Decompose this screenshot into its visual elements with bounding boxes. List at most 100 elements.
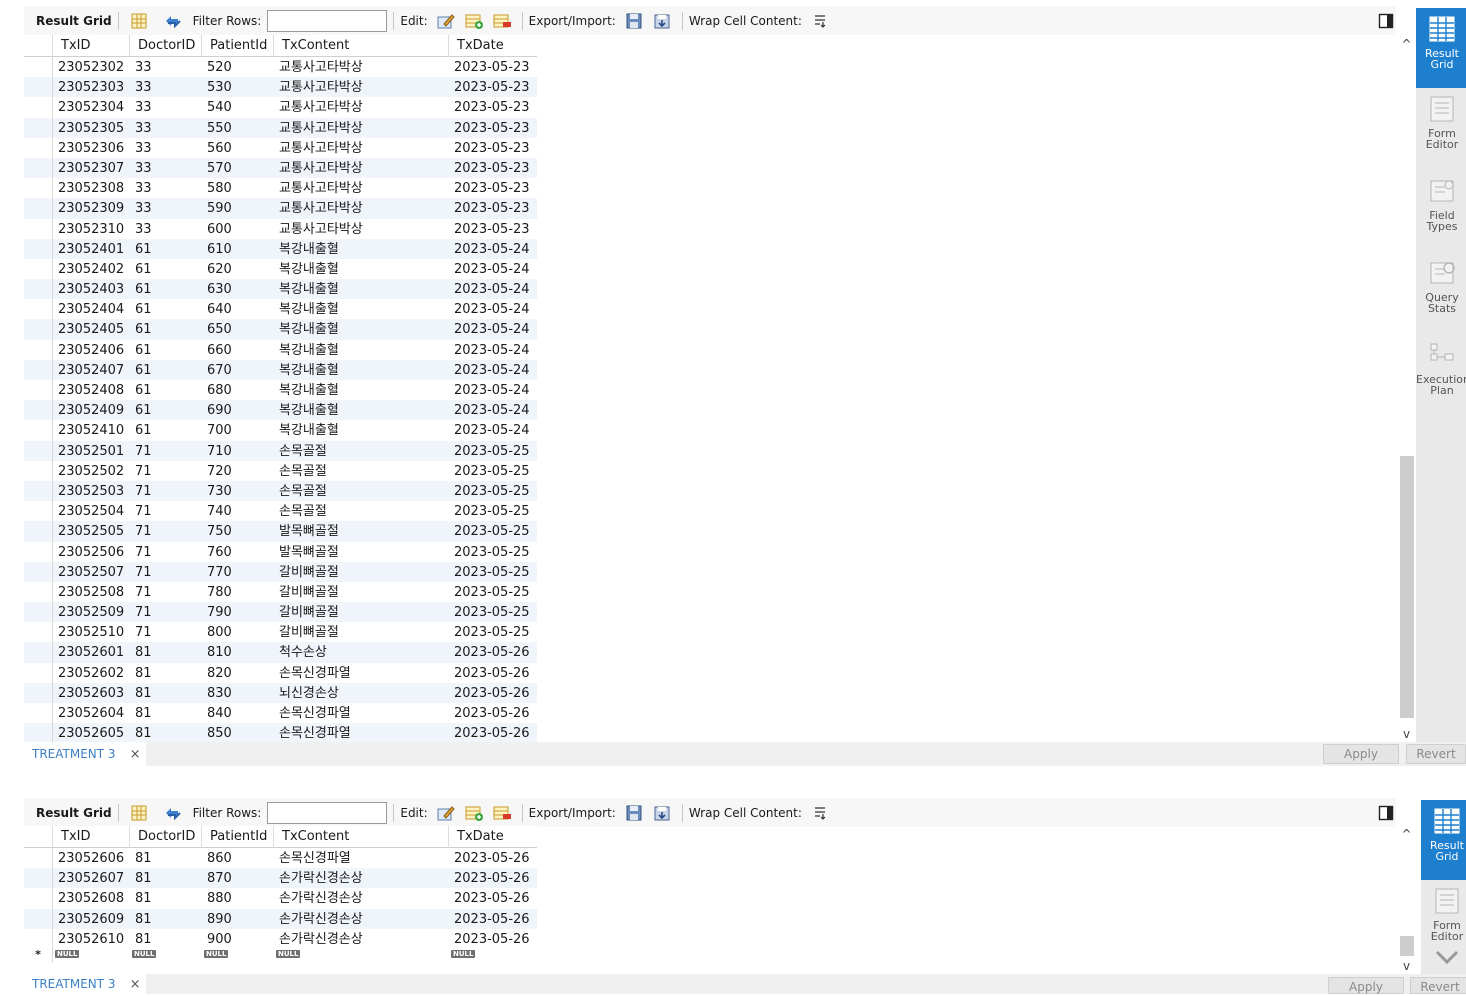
cell-txdate[interactable]: 2023-05-23 [449,158,535,178]
row-marker[interactable] [24,198,53,219]
row-marker[interactable] [24,581,53,603]
row-marker[interactable] [24,501,53,522]
cell-doctorid[interactable]: 71 [130,582,202,602]
cell-txdate[interactable]: 2023-05-24 [449,420,535,440]
cell-doctorid[interactable]: 71 [130,441,202,461]
cell-doctorid[interactable]: 33 [130,97,202,117]
cell-doctorid[interactable]: 81 [130,723,202,743]
null-cell[interactable]: NULL [202,949,274,963]
table-row[interactable]: 23052505 71 750 발목뼈골절 2023-05-25 [24,521,537,542]
cell-txid[interactable]: 23052506 [53,542,130,562]
cell-txcontent[interactable]: 손목신경파열 [274,848,449,868]
cell-doctorid[interactable]: 71 [130,622,202,642]
cell-txid[interactable]: 23052504 [53,501,130,521]
row-marker[interactable] [24,602,53,623]
close-tab-icon[interactable]: × [130,747,141,762]
cell-txcontent[interactable]: 교통사고타박상 [274,219,449,239]
cell-patientid[interactable]: 860 [202,848,274,868]
cell-txid[interactable]: 23052406 [53,340,130,360]
row-marker[interactable] [24,380,53,401]
cell-txdate[interactable]: 2023-05-25 [449,521,535,541]
cell-txid[interactable]: 23052410 [53,420,130,440]
row-marker-header[interactable] [24,826,53,848]
cell-txid[interactable]: 23052304 [53,97,130,117]
row-marker[interactable] [24,137,53,158]
cell-txid[interactable]: 23052602 [53,663,130,683]
cell-txdate[interactable]: 2023-05-24 [449,259,535,279]
cell-patientid[interactable]: 570 [202,158,274,178]
cell-patientid[interactable]: 680 [202,380,274,400]
cell-txdate[interactable]: 2023-05-23 [449,198,535,218]
cell-txdate[interactable]: 2023-05-25 [449,481,535,501]
delete-row-icon[interactable] [492,803,512,823]
scroll-down-icon[interactable]: v [1398,726,1415,742]
cell-txdate[interactable]: 2023-05-26 [449,929,535,949]
cell-txcontent[interactable]: 복강내출혈 [274,400,449,420]
cell-txid[interactable]: 23052405 [53,319,130,339]
refresh-icon[interactable] [163,803,183,823]
table-row[interactable]: 23052604 81 840 손목신경파열 2023-05-26 [24,703,537,724]
cell-doctorid[interactable]: 81 [130,929,202,949]
cell-txid[interactable]: 23052409 [53,400,130,420]
cell-doctorid[interactable]: 71 [130,562,202,582]
table-row[interactable]: 23052606 81 860 손목신경파열 2023-05-26 [24,848,537,869]
row-marker[interactable] [24,77,53,98]
row-marker[interactable] [24,480,53,502]
grid-layout-icon[interactable] [129,803,149,823]
column-header-patientid[interactable]: PatientId [202,35,274,57]
filter-rows-input[interactable] [267,801,388,824]
cell-doctorid[interactable]: 81 [130,848,202,868]
column-header-txid[interactable]: TxID [53,35,130,57]
cell-doctorid[interactable]: 33 [130,57,202,77]
cell-txdate[interactable]: 2023-05-24 [449,239,535,259]
row-marker[interactable] [24,868,53,889]
cell-txcontent[interactable]: 복강내출혈 [274,340,449,360]
cell-patientid[interactable]: 560 [202,138,274,158]
row-marker[interactable] [24,420,53,441]
cell-doctorid[interactable]: 71 [130,461,202,481]
cell-txdate[interactable]: 2023-05-25 [449,562,535,582]
row-marker[interactable] [24,57,53,78]
toggle-side-panel-icon[interactable] [1376,11,1396,31]
cell-txid[interactable]: 23052502 [53,461,130,481]
cell-txdate[interactable]: 2023-05-24 [449,400,535,420]
cell-txid[interactable]: 23052407 [53,360,130,380]
cell-txcontent[interactable]: 교통사고타박상 [274,77,449,97]
row-marker[interactable] [24,460,53,481]
wrap-cell-icon[interactable] [810,11,830,31]
cell-txcontent[interactable]: 교통사고타박상 [274,57,449,77]
cell-patientid[interactable]: 540 [202,97,274,117]
cell-txid[interactable]: 23052309 [53,198,130,218]
cell-patientid[interactable]: 880 [202,888,274,908]
new-row[interactable]: * NULL NULL NULL NULL NULL [24,948,537,963]
cell-txdate[interactable]: 2023-05-25 [449,501,535,521]
cell-txdate[interactable]: 2023-05-23 [449,138,535,158]
add-row-icon[interactable] [464,11,484,31]
table-row[interactable]: 23052608 81 880 손가락신경손상 2023-05-26 [24,888,537,909]
cell-doctorid[interactable]: 61 [130,340,202,360]
row-marker[interactable] [24,888,53,909]
cell-doctorid[interactable]: 33 [130,219,202,239]
table-row[interactable]: 23052405 61 650 복강내출혈 2023-05-24 [24,319,537,340]
table-row[interactable]: 23052404 61 640 복강내출혈 2023-05-24 [24,299,537,320]
cell-txdate[interactable]: 2023-05-26 [449,723,535,743]
cell-patientid[interactable]: 630 [202,279,274,299]
cell-doctorid[interactable]: 61 [130,259,202,279]
cell-txcontent[interactable]: 손가락신경손상 [274,929,449,949]
grid-layout-icon[interactable] [129,11,149,31]
row-marker[interactable] [24,642,53,663]
row-marker[interactable] [24,238,53,259]
cell-txcontent[interactable]: 손목골절 [274,501,449,521]
cell-txid[interactable]: 23052606 [53,848,130,868]
cell-txcontent[interactable]: 복강내출혈 [274,319,449,339]
row-marker[interactable] [24,258,53,280]
cell-txdate[interactable]: 2023-05-26 [449,909,535,929]
cell-doctorid[interactable]: 61 [130,239,202,259]
cell-patientid[interactable]: 760 [202,542,274,562]
table-row[interactable]: 23052406 61 660 복강내출혈 2023-05-24 [24,339,537,360]
cell-txid[interactable]: 23052401 [53,239,130,259]
side-field-types-button[interactable]: Field Types [1416,170,1466,252]
cell-patientid[interactable]: 660 [202,340,274,360]
cell-txcontent[interactable]: 갈비뼈골절 [274,602,449,622]
cell-txdate[interactable]: 2023-05-26 [449,663,535,683]
